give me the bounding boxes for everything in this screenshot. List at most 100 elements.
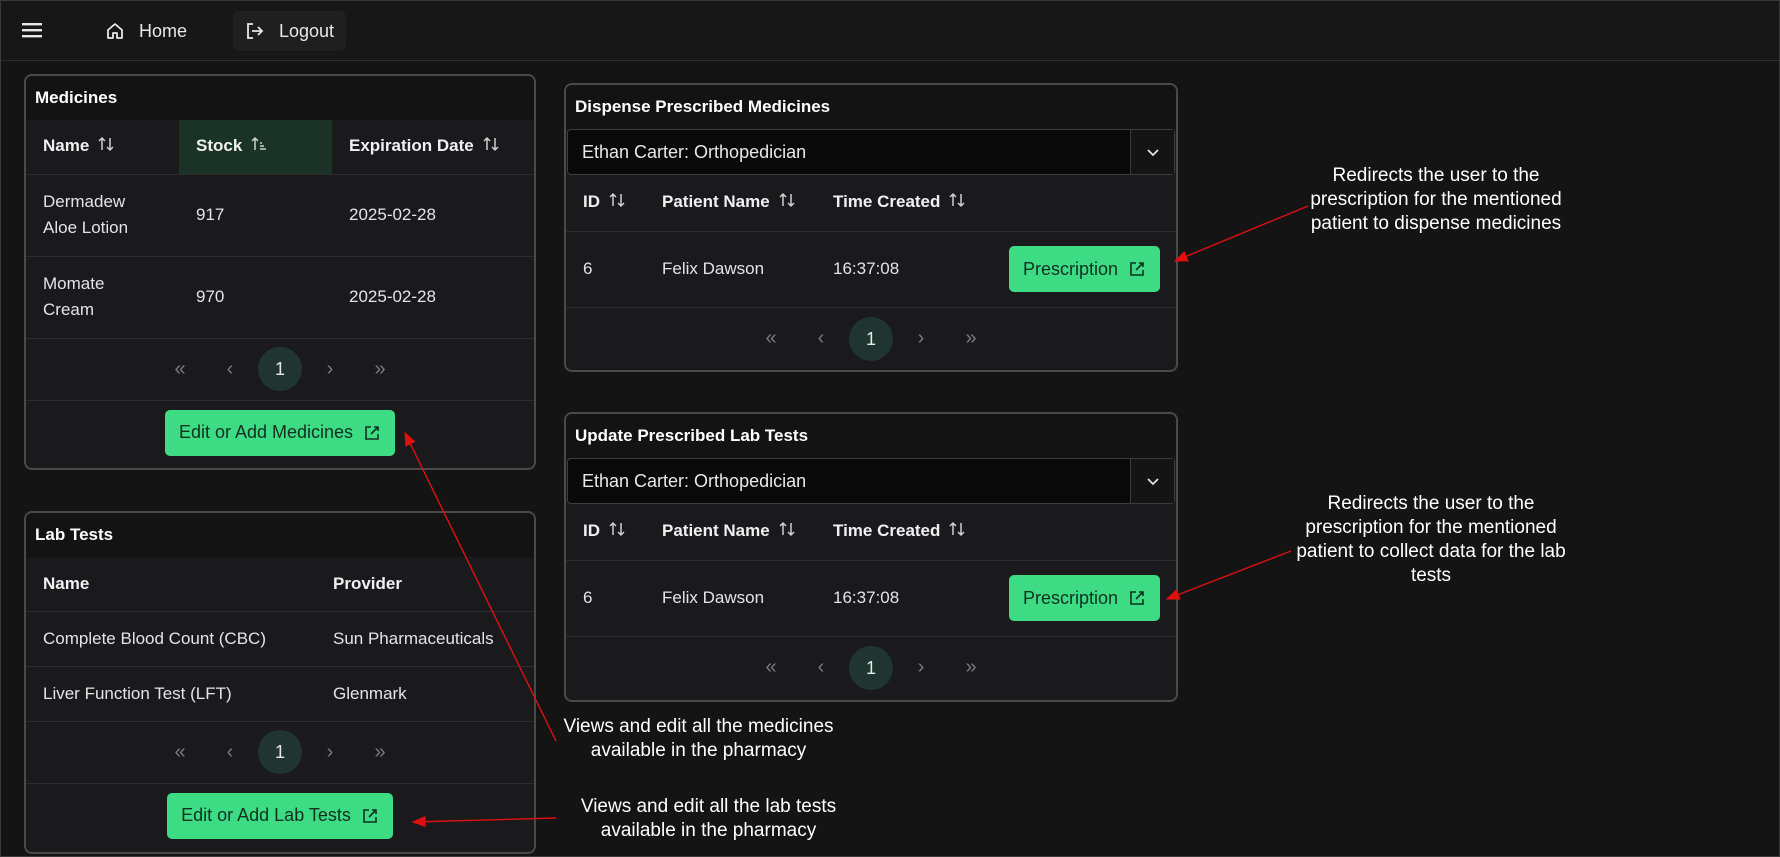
column-header-time[interactable]: Time Created (816, 504, 1009, 561)
lab-annotation: Redirects the user to the prescription fo… (1296, 493, 1566, 586)
sort-icon[interactable] (97, 135, 115, 158)
next-page-button[interactable]: › (896, 327, 946, 350)
dispense-pagination: « ‹ 1 › » (566, 308, 1176, 370)
lab-tests-pagination: « ‹ 1 › » (26, 722, 534, 784)
medicine-expiry: 2025-02-28 (332, 256, 534, 339)
column-header-stock[interactable]: Stock (179, 120, 332, 175)
column-header-expiration[interactable]: Expiration Date (332, 120, 534, 175)
last-page-button[interactable]: » (946, 327, 996, 350)
chevron-down-icon[interactable] (1130, 130, 1174, 174)
prescription-button[interactable]: Prescription (1008, 575, 1160, 621)
prescription-button[interactable]: Prescription (1008, 246, 1160, 292)
patient-name: Felix Dawson (645, 560, 816, 637)
medicines-pagination: « ‹ 1 › » (26, 339, 534, 401)
app-root: Home Logout Medicines Name Stock Expirat… (0, 0, 1780, 857)
prescription-button-label: Prescription (1022, 587, 1118, 608)
current-page[interactable]: 1 (258, 347, 302, 391)
prev-page-button[interactable]: ‹ (205, 741, 255, 764)
table-row: Liver Function Test (LFT) Glenmark (26, 666, 534, 722)
lab-update-pagination: « ‹ 1 › » (566, 637, 1176, 699)
patient-name: Felix Dawson (645, 231, 816, 308)
sort-icon[interactable] (482, 135, 500, 158)
next-page-button[interactable]: › (896, 656, 946, 679)
lab-update-card: Update Prescribed Lab Tests Ethan Carter… (564, 412, 1178, 702)
chevron-down-icon[interactable] (1130, 459, 1174, 503)
edit-medicines-label: Edit or Add Medicines (178, 422, 354, 442)
lab-test-name: Liver Function Test (LFT) (26, 666, 316, 722)
medicine-expiry: 2025-02-28 (332, 174, 534, 257)
current-page[interactable]: 1 (849, 645, 893, 690)
dispense-title: Dispense Prescribed Medicines (566, 85, 1176, 129)
table-row: Complete Blood Count (CBC) Sun Pharmaceu… (26, 611, 534, 667)
logout-label: Logout (279, 20, 335, 41)
logout-button[interactable]: Logout (233, 11, 347, 51)
prescription-id: 6 (566, 560, 645, 637)
prescription-button-label: Prescription (1022, 258, 1118, 279)
medicines-table: Name Stock Expiration Date Dermadew Aloe … (26, 120, 534, 339)
column-header-id[interactable]: ID (566, 175, 645, 232)
column-header-provider[interactable]: Provider (316, 557, 534, 612)
doctor-select[interactable]: Ethan Carter: Orthopedician (567, 129, 1175, 175)
prev-page-button[interactable]: ‹ (796, 327, 846, 350)
lab-tests-table: Name Provider Complete Blood Count (CBC)… (26, 557, 534, 722)
table-row: 6 Felix Dawson 16:37:08 Prescription (566, 231, 1176, 308)
current-page[interactable]: 1 (849, 316, 893, 361)
sort-icon[interactable] (948, 520, 966, 543)
edit-medicines-button[interactable]: Edit or Add Medicines (164, 409, 396, 456)
lab-update-table: ID Patient Name Time Created 6 Felix Daw… (566, 504, 1176, 637)
column-header-name[interactable]: Name (26, 120, 179, 175)
sort-ascending-icon[interactable] (250, 135, 268, 158)
next-page-button[interactable]: › (305, 358, 355, 381)
last-page-button[interactable]: » (355, 358, 405, 381)
sort-icon[interactable] (778, 520, 796, 543)
sort-icon[interactable] (778, 191, 796, 214)
labtests-annotation: Views and edit all the lab tests availabl… (580, 796, 837, 841)
column-header-name[interactable]: Name (26, 557, 316, 612)
sort-icon[interactable] (608, 520, 626, 543)
doctor-select-value: Ethan Carter: Orthopedician (582, 471, 807, 491)
first-page-button[interactable]: « (155, 358, 205, 381)
lab-tests-title: Lab Tests (26, 513, 534, 557)
medicine-name: Dermadew Aloe Lotion (43, 192, 129, 237)
column-header-patient[interactable]: Patient Name (645, 175, 816, 232)
dispense-card: Dispense Prescribed Medicines Ethan Cart… (564, 83, 1178, 372)
first-page-button[interactable]: « (746, 656, 796, 679)
edit-lab-tests-button[interactable]: Edit or Add Lab Tests (167, 792, 393, 839)
sort-icon[interactable] (608, 191, 626, 214)
lab-test-name: Complete Blood Count (CBC) (26, 611, 316, 667)
home-label: Home (139, 20, 188, 41)
home-link[interactable]: Home (93, 11, 199, 51)
dispense-table: ID Patient Name Time Created 6 Felix Daw… (566, 175, 1176, 308)
lab-tests-card: Lab Tests Name Provider Complete Blood C… (24, 511, 536, 854)
medicine-name: Momate Cream (43, 274, 105, 319)
first-page-button[interactable]: « (155, 741, 205, 764)
current-page[interactable]: 1 (258, 730, 302, 774)
medicines-title: Medicines (26, 76, 534, 120)
medicine-stock: 917 (179, 174, 332, 257)
home-icon (107, 23, 123, 39)
menu-icon[interactable] (21, 19, 43, 41)
last-page-button[interactable]: » (946, 656, 996, 679)
first-page-button[interactable]: « (746, 327, 796, 350)
dispense-annotation: Redirects the user to the prescription fo… (1310, 165, 1562, 234)
doctor-select[interactable]: Ethan Carter: Orthopedician (567, 458, 1175, 504)
lab-test-provider: Sun Pharmaceuticals (316, 611, 534, 667)
medicines-card: Medicines Name Stock Expiration Date Der… (24, 74, 536, 470)
external-link-icon (1130, 262, 1144, 276)
external-link-icon (1130, 591, 1144, 605)
column-header-id[interactable]: ID (566, 504, 645, 561)
last-page-button[interactable]: » (355, 741, 405, 764)
column-header-patient[interactable]: Patient Name (645, 504, 816, 561)
column-header-time[interactable]: Time Created (816, 175, 1009, 232)
external-link-icon (365, 425, 379, 440)
next-page-button[interactable]: › (305, 741, 355, 764)
sort-icon[interactable] (948, 191, 966, 214)
lab-test-provider: Glenmark (316, 666, 534, 722)
time-created: 16:37:08 (816, 231, 1009, 308)
prev-page-button[interactable]: ‹ (796, 656, 846, 679)
prescription-id: 6 (566, 231, 645, 308)
time-created: 16:37:08 (816, 560, 1009, 637)
prev-page-button[interactable]: ‹ (205, 358, 255, 381)
lab-tests-button-row: Edit or Add Lab Tests (26, 784, 534, 848)
edit-lab-tests-label: Edit or Add Lab Tests (181, 805, 351, 825)
